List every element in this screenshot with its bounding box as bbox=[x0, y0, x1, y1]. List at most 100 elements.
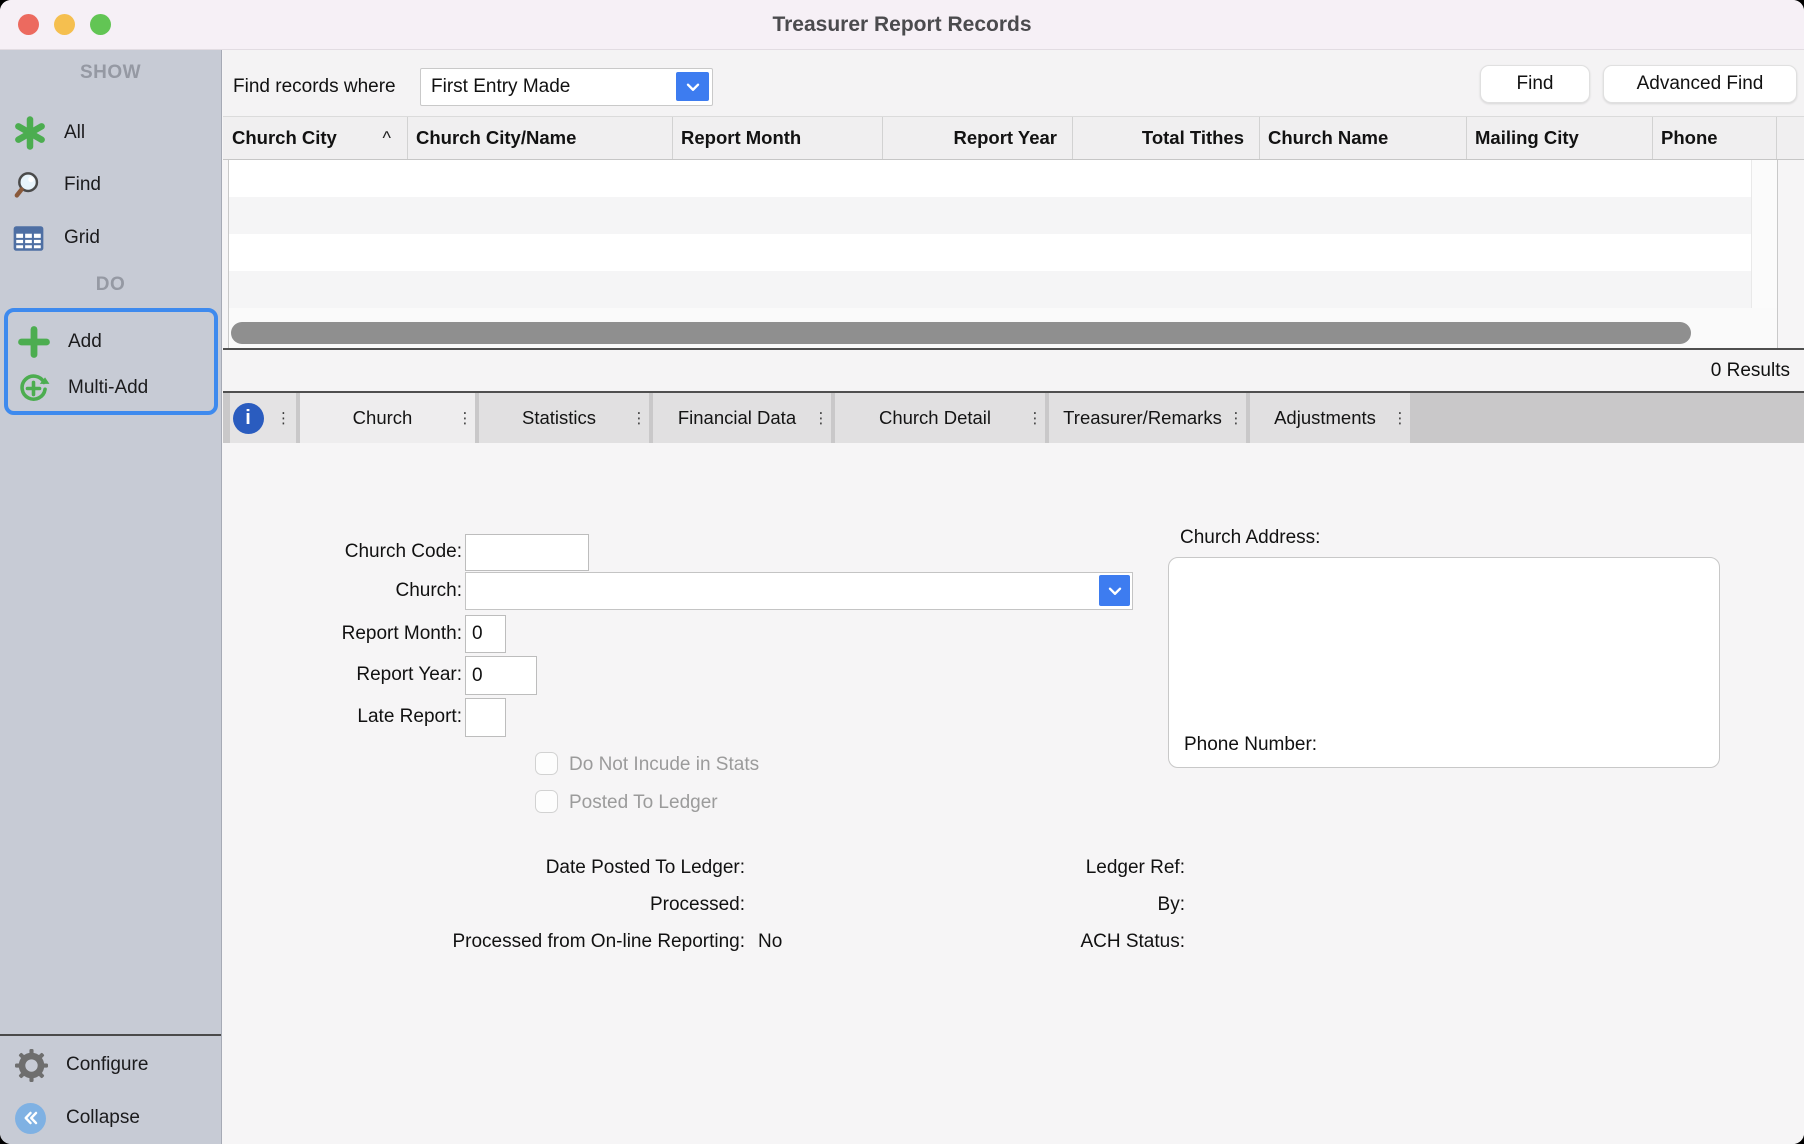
column-header-report-month[interactable]: Report Month bbox=[673, 117, 883, 159]
drag-dots-icon: ⋮ bbox=[274, 409, 294, 427]
chevron-down-icon[interactable] bbox=[1099, 575, 1130, 606]
late-report-label: Late Report: bbox=[223, 706, 462, 728]
church-dropdown-field[interactable] bbox=[465, 572, 1133, 610]
report-year-label: Report Year: bbox=[223, 664, 462, 686]
sidebar-item-add[interactable]: Add bbox=[8, 322, 214, 362]
church-code-field[interactable] bbox=[465, 534, 589, 571]
tab-treasurer-remarks[interactable]: Treasurer/Remarks ⋮ bbox=[1049, 393, 1246, 443]
table-row bbox=[229, 234, 1777, 271]
table-row bbox=[229, 271, 1777, 308]
tab-label: Church bbox=[300, 407, 455, 429]
sidebar-section-do: DO bbox=[0, 274, 221, 296]
chevron-down-icon[interactable] bbox=[676, 72, 709, 101]
title-bar: Treasurer Report Records bbox=[0, 0, 1804, 50]
collapse-icon bbox=[15, 1103, 51, 1134]
record-list bbox=[228, 160, 1778, 348]
sidebar-section-show: SHOW bbox=[0, 62, 221, 84]
magnifier-icon bbox=[13, 169, 49, 202]
tab-label: Statistics bbox=[479, 407, 629, 429]
tab-church[interactable]: Church ⋮ bbox=[300, 393, 475, 443]
plus-icon bbox=[17, 325, 53, 359]
tab-label: Financial Data bbox=[653, 407, 811, 429]
phone-number-label: Phone Number: bbox=[1184, 734, 1317, 756]
column-header-church-city[interactable]: Church City ^ bbox=[228, 117, 408, 159]
sidebar-item-label: Multi-Add bbox=[68, 377, 148, 399]
report-month-field[interactable] bbox=[465, 615, 506, 653]
main-panel: Find records where First Entry Made Find… bbox=[223, 50, 1804, 1144]
sidebar-item-grid[interactable]: Grid bbox=[0, 218, 221, 258]
column-label: Church City bbox=[232, 117, 337, 159]
table-row bbox=[229, 197, 1777, 234]
tab-financial-data[interactable]: Financial Data ⋮ bbox=[653, 393, 831, 443]
report-year-field[interactable] bbox=[465, 656, 537, 695]
vertical-scrollbar-track[interactable] bbox=[1751, 160, 1777, 308]
sidebar-item-label: Find bbox=[64, 174, 101, 196]
processed-online-label: Processed from On-line Reporting: bbox=[223, 931, 745, 953]
church-form: Church Code: Church: Report Month: Repor… bbox=[223, 443, 1804, 1144]
ledger-ref-label: Ledger Ref: bbox=[783, 857, 1185, 879]
drag-dots-icon: ⋮ bbox=[811, 409, 831, 427]
advanced-find-button[interactable]: Advanced Find bbox=[1603, 65, 1797, 103]
asterisk-icon bbox=[13, 116, 49, 150]
drag-dots-icon: ⋮ bbox=[1226, 409, 1246, 427]
sidebar-item-label: Grid bbox=[64, 227, 100, 249]
sidebar-item-label: Collapse bbox=[66, 1107, 140, 1129]
tab-label: Treasurer/Remarks bbox=[1049, 407, 1226, 429]
app-window: Treasurer Report Records SHOW All Find G… bbox=[0, 0, 1804, 1144]
horizontal-scrollbar-thumb[interactable] bbox=[231, 322, 1691, 344]
column-header-mailing-city[interactable]: Mailing City bbox=[1467, 117, 1653, 159]
find-button[interactable]: Find bbox=[1480, 65, 1590, 103]
processed-online-value: No bbox=[758, 931, 782, 953]
sidebar: SHOW All Find Grid DO Add bbox=[0, 50, 222, 1144]
sidebar-item-multi-add[interactable]: Multi-Add bbox=[8, 368, 214, 408]
column-header-phone[interactable]: Phone bbox=[1653, 117, 1777, 159]
gear-icon bbox=[15, 1049, 51, 1082]
column-header-church-name[interactable]: Church Name bbox=[1260, 117, 1467, 159]
church-address-label: Church Address: bbox=[1180, 527, 1320, 549]
tab-church-detail[interactable]: Church Detail ⋮ bbox=[835, 393, 1045, 443]
table-header: Church City ^ Church City/Name Report Mo… bbox=[223, 116, 1804, 160]
tab-label: Church Detail bbox=[835, 407, 1025, 429]
tab-info[interactable]: i ⋮ bbox=[230, 393, 296, 443]
tab-label: Adjustments bbox=[1250, 407, 1390, 429]
window-title: Treasurer Report Records bbox=[0, 0, 1804, 50]
sidebar-item-label: Configure bbox=[66, 1054, 148, 1076]
tab-statistics[interactable]: Statistics ⋮ bbox=[479, 393, 649, 443]
sidebar-selection-outline: Add Multi-Add bbox=[4, 308, 218, 415]
column-header-report-year[interactable]: Report Year bbox=[883, 117, 1073, 159]
sort-ascending-icon: ^ bbox=[383, 117, 391, 159]
multi-add-icon bbox=[17, 372, 53, 405]
church-address-box: Phone Number: bbox=[1168, 557, 1720, 768]
column-header-church-city-name[interactable]: Church City/Name bbox=[408, 117, 673, 159]
info-icon: i bbox=[233, 403, 264, 434]
posted-to-ledger-checkbox[interactable] bbox=[535, 790, 558, 813]
report-month-label: Report Month: bbox=[223, 623, 462, 645]
tab-adjustments[interactable]: Adjustments ⋮ bbox=[1250, 393, 1410, 443]
date-posted-label: Date Posted To Ledger: bbox=[223, 857, 745, 879]
find-records-where-label: Find records where bbox=[233, 68, 396, 106]
processed-label: Processed: bbox=[223, 894, 745, 916]
grid-icon bbox=[13, 223, 49, 254]
sidebar-item-collapse[interactable]: Collapse bbox=[0, 1098, 221, 1138]
late-report-field[interactable] bbox=[465, 698, 506, 737]
sort-field-dropdown[interactable]: First Entry Made bbox=[420, 68, 713, 106]
drag-dots-icon: ⋮ bbox=[1025, 409, 1045, 427]
sidebar-item-configure[interactable]: Configure bbox=[0, 1045, 221, 1085]
drag-dots-icon: ⋮ bbox=[1390, 409, 1410, 427]
posted-to-ledger-label: Posted To Ledger bbox=[569, 792, 718, 814]
tab-bar: i ⋮ Church ⋮ Statistics ⋮ Financial Data… bbox=[223, 393, 1804, 443]
sidebar-item-label: Add bbox=[68, 331, 102, 353]
column-header-total-tithes[interactable]: Total Tithes bbox=[1073, 117, 1260, 159]
table-row bbox=[229, 160, 1777, 197]
sidebar-item-find[interactable]: Find bbox=[0, 165, 221, 205]
results-count: 0 Results bbox=[223, 350, 1804, 391]
sort-field-value: First Entry Made bbox=[431, 69, 570, 104]
ach-status-label: ACH Status: bbox=[783, 931, 1185, 953]
by-label: By: bbox=[783, 894, 1185, 916]
church-label: Church: bbox=[223, 580, 462, 602]
sidebar-item-all[interactable]: All bbox=[0, 113, 221, 153]
do-not-include-label: Do Not Incude in Stats bbox=[569, 754, 759, 776]
drag-dots-icon: ⋮ bbox=[629, 409, 649, 427]
do-not-include-checkbox[interactable] bbox=[535, 752, 558, 775]
sidebar-item-label: All bbox=[64, 122, 85, 144]
